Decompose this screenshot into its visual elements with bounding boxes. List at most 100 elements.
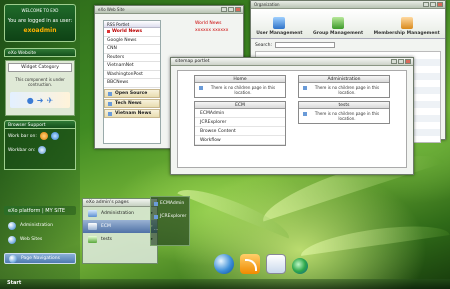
page-icon: [199, 86, 203, 90]
plane-icon: ✈: [46, 95, 54, 105]
node-title[interactable]: Home: [195, 76, 285, 83]
tool-label: User Management: [256, 31, 303, 36]
nav-item-administration[interactable]: Administration: [4, 220, 76, 231]
globe-icon[interactable]: [214, 254, 234, 274]
submenu-label: ECMAdmin: [160, 201, 185, 206]
page-icon: [303, 112, 307, 116]
workbar-row[interactable]: Work bar on:: [5, 129, 75, 143]
news-category[interactable]: Tech News: [104, 98, 160, 108]
node-title[interactable]: tests: [299, 102, 389, 109]
browser-icon[interactable]: [38, 146, 47, 154]
maximize-icon[interactable]: [430, 2, 436, 7]
bullet-icon: [107, 30, 110, 34]
ie-icon[interactable]: [50, 132, 59, 140]
minimize-icon[interactable]: [221, 7, 227, 12]
search-label: Search:: [255, 42, 272, 48]
start-menu-label: tests: [101, 237, 112, 242]
workbar-row-2[interactable]: Workbar on:: [5, 143, 75, 157]
news-headline[interactable]: World News: [195, 20, 228, 27]
news-item-label: VietnamNet: [107, 63, 134, 69]
network-icon[interactable]: [266, 254, 286, 274]
submenu-item[interactable]: ECMAdmin: [151, 197, 189, 210]
submenu-item[interactable]: JCRExplorer: [151, 210, 189, 223]
welcome-title: WELCOME TO EXO: [21, 8, 59, 13]
earth-icon[interactable]: [292, 258, 308, 274]
sitemap-titlebar[interactable]: sitemap portlet: [171, 58, 413, 66]
org-search: Search:: [255, 42, 441, 48]
workbar-label: Workbar on:: [8, 147, 36, 153]
news-window-titlebar[interactable]: eXo Web Site: [95, 6, 243, 14]
start-menu-item[interactable]: tests ▸: [83, 233, 157, 246]
gadget-header[interactable]: eXo Website: [4, 48, 76, 57]
close-icon[interactable]: [437, 2, 443, 7]
web-sites-icon: [8, 235, 16, 244]
news-item[interactable]: VietnamNet: [104, 62, 160, 71]
administration-icon: [8, 221, 16, 230]
sitemap-node-administration[interactable]: Administration There is no children page…: [298, 75, 390, 98]
news-category[interactable]: Open Source: [104, 88, 160, 98]
submenu-item[interactable]: ...: [151, 223, 189, 236]
rss-icon[interactable]: [240, 254, 260, 274]
folder-icon: [108, 111, 112, 116]
minimize-icon[interactable]: [391, 59, 397, 64]
welcome-username[interactable]: exoadmin: [5, 27, 75, 34]
search-input[interactable]: [274, 42, 335, 48]
org-window-title: Organization: [254, 2, 280, 7]
workspace-panel: Work bar on: Workbar on:: [4, 128, 76, 170]
firefox-icon[interactable]: [39, 132, 48, 140]
news-item-label: WashingtonPost: [107, 71, 143, 77]
node-body: There is no children page in this locati…: [299, 83, 389, 97]
start-menu-label: ECM: [101, 224, 111, 229]
nav-item-web-sites[interactable]: Web Sites: [4, 234, 76, 245]
news-item-label: World News: [112, 29, 143, 35]
sitemap-window[interactable]: sitemap portlet Home There is no childre…: [170, 57, 414, 175]
close-icon[interactable]: [405, 59, 411, 64]
start-menu-item[interactable]: ECM ▸: [83, 220, 157, 233]
node-text: There is no children page in this locati…: [314, 85, 380, 95]
start-button[interactable]: Start: [4, 280, 32, 288]
widget-category[interactable]: Widget Category: [8, 63, 72, 72]
node-text: There is no children page in this locati…: [314, 111, 380, 121]
node-link[interactable]: Browse Content: [195, 127, 285, 136]
start-submenu: ECMAdmin JCRExplorer ...: [150, 196, 190, 246]
sitemap-node-ecm[interactable]: ECM ECMAdmin JCRExplorer Browse Content …: [194, 101, 286, 146]
group-management-button[interactable]: Group Management: [313, 17, 363, 36]
news-item[interactable]: CNN: [104, 45, 160, 54]
minimize-icon[interactable]: [423, 2, 429, 7]
news-item[interactable]: World News: [104, 28, 160, 37]
news-category[interactable]: Vietnam News: [104, 108, 160, 118]
node-link[interactable]: Workflow: [195, 136, 285, 145]
node-link[interactable]: JCRExplorer: [195, 118, 285, 127]
widget-illustration: ● ➜ ✈: [10, 92, 70, 108]
news-item-label: CNN: [107, 46, 117, 52]
node-title[interactable]: ECM: [195, 102, 285, 109]
maximize-icon[interactable]: [228, 7, 234, 12]
welcome-portlet: WELCOME TO EXO You are logged in as user…: [4, 4, 76, 42]
work-label: Work bar on:: [8, 133, 37, 139]
left-dock: WELCOME TO EXO You are logged in as user…: [0, 0, 80, 289]
start-menu-label: Administration: [101, 211, 134, 216]
page-navigations-icon: [9, 254, 17, 263]
user-management-button[interactable]: User Management: [256, 17, 303, 36]
news-item[interactable]: BBCNews: [104, 79, 160, 88]
sitemap-node-home[interactable]: Home There is no children page in this l…: [194, 75, 286, 98]
page-icon: [154, 202, 158, 206]
node-body: There is no children page in this locati…: [299, 109, 389, 123]
news-item[interactable]: Google News: [104, 37, 160, 45]
membership-management-button[interactable]: Membership Management: [374, 17, 440, 36]
node-link[interactable]: ECMAdmin: [195, 109, 285, 118]
news-item-label: Google News: [107, 37, 137, 43]
submenu-label: JCRExplorer: [160, 214, 187, 219]
sitemap-node-tests[interactable]: tests There is no children page in this …: [298, 101, 390, 124]
news-item[interactable]: Reuters: [104, 54, 160, 62]
close-icon[interactable]: [235, 7, 241, 12]
node-title[interactable]: Administration: [299, 76, 389, 83]
start-menu-item[interactable]: Administration ▸: [83, 207, 157, 220]
news-subline: xxxxxx xxxxxx: [195, 28, 229, 33]
nav-item-label: Administration: [20, 223, 53, 228]
nav-item-page-navigations[interactable]: Page Navigations: [4, 253, 76, 264]
globe-icon: ●: [26, 95, 34, 105]
news-item[interactable]: WashingtonPost: [104, 71, 160, 79]
org-window-titlebar[interactable]: Organization: [251, 1, 445, 9]
maximize-icon[interactable]: [398, 59, 404, 64]
